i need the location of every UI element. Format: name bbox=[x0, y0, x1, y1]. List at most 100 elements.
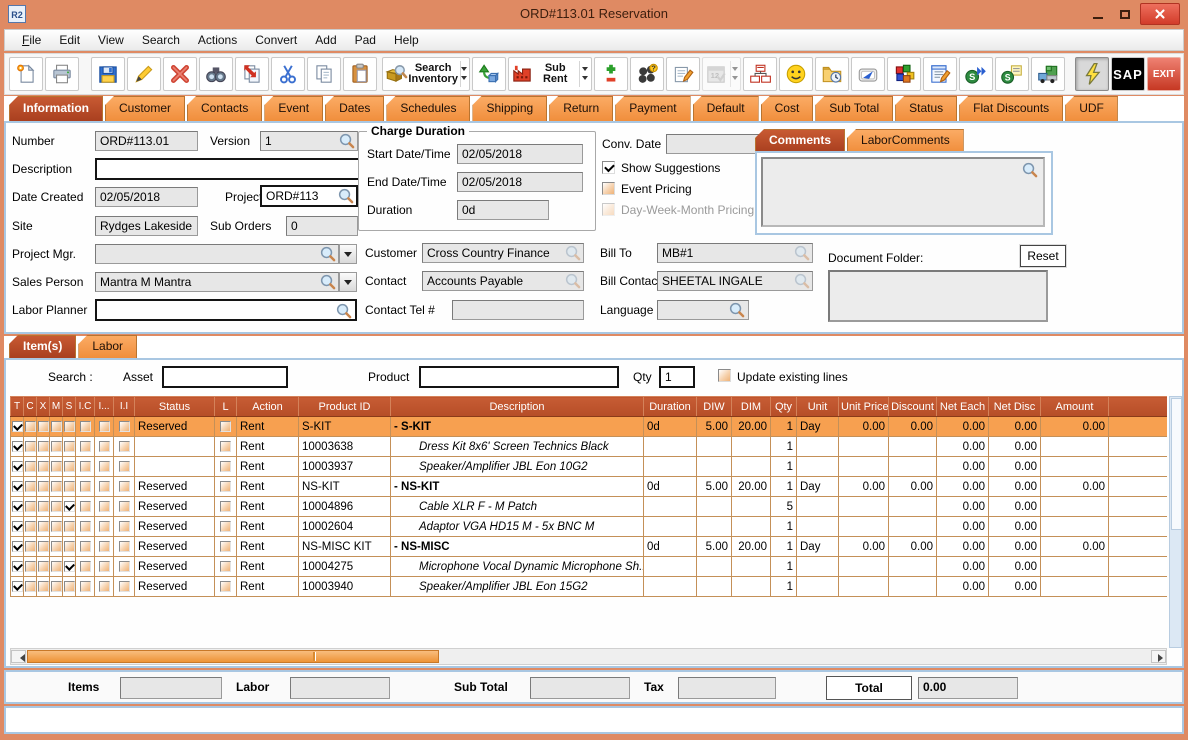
row-checkbox[interactable] bbox=[99, 581, 110, 592]
row-checkbox[interactable] bbox=[12, 581, 23, 592]
scroll-right-button[interactable] bbox=[1151, 650, 1166, 663]
vertical-scroll-thumb[interactable] bbox=[1171, 398, 1182, 530]
row-checkbox[interactable] bbox=[80, 541, 91, 552]
row-checkbox[interactable] bbox=[12, 561, 23, 572]
description-input[interactable] bbox=[95, 158, 361, 180]
add-remove-button[interactable] bbox=[594, 57, 628, 91]
column-header-c[interactable]: C bbox=[24, 397, 37, 417]
cell-action[interactable]: Rent bbox=[237, 417, 299, 437]
column-header-description[interactable]: Description bbox=[391, 397, 644, 417]
project-mgr-search-icon[interactable] bbox=[319, 245, 336, 262]
row-checkbox[interactable] bbox=[119, 481, 130, 492]
row-checkbox[interactable] bbox=[51, 561, 62, 572]
project-mgr-dropdown-button[interactable] bbox=[339, 244, 357, 264]
row-checkbox[interactable] bbox=[12, 521, 23, 532]
version-search-icon[interactable] bbox=[338, 132, 355, 149]
cell-action[interactable]: Rent bbox=[237, 477, 299, 497]
product-input[interactable] bbox=[419, 366, 619, 388]
l-checkbox[interactable] bbox=[220, 541, 231, 552]
print-button[interactable] bbox=[45, 57, 79, 91]
row-checkbox[interactable] bbox=[38, 541, 49, 552]
row-checkbox[interactable] bbox=[99, 541, 110, 552]
row-checkbox[interactable] bbox=[51, 521, 62, 532]
row-checkbox[interactable] bbox=[64, 441, 75, 452]
dropdown-arrows-icon[interactable] bbox=[579, 61, 590, 87]
line-row-3[interactable]: Rent10003937Speaker/Amplifier JBL Eon 10… bbox=[11, 457, 1168, 477]
sales-person-search-icon[interactable] bbox=[319, 273, 336, 290]
lightning-button[interactable] bbox=[1075, 57, 1109, 91]
column-header-s[interactable]: S bbox=[63, 397, 76, 417]
search-inventory-button[interactable]: Search Inventory bbox=[382, 57, 470, 91]
sales-person-field[interactable]: Mantra M Mantra bbox=[95, 272, 339, 292]
line-row-1[interactable]: ReservedRentS-KIT- S-KIT0d5.0020.001Day0… bbox=[11, 417, 1168, 437]
tab-dates[interactable]: Dates bbox=[325, 96, 384, 121]
row-checkbox[interactable] bbox=[12, 441, 23, 452]
menu-file[interactable]: File bbox=[13, 31, 50, 49]
dropdown-arrows-icon[interactable] bbox=[460, 61, 467, 87]
row-checkbox[interactable] bbox=[25, 541, 36, 552]
line-row-9[interactable]: ReservedRent10003940Speaker/Amplifier JB… bbox=[11, 577, 1168, 597]
tab-information[interactable]: Information bbox=[9, 96, 103, 121]
row-checkbox[interactable] bbox=[64, 581, 75, 592]
row-checkbox[interactable] bbox=[38, 501, 49, 512]
row-checkbox[interactable] bbox=[99, 481, 110, 492]
cell-action[interactable]: Rent bbox=[237, 437, 299, 457]
vertical-scrollbar[interactable] bbox=[1169, 396, 1182, 648]
cell-action[interactable]: Rent bbox=[237, 497, 299, 517]
row-checkbox[interactable] bbox=[80, 481, 91, 492]
notepad-button[interactable] bbox=[666, 57, 700, 91]
horizontal-scroll-thumb[interactable] bbox=[27, 650, 439, 663]
tab-event[interactable]: Event bbox=[264, 96, 323, 121]
row-checkbox[interactable] bbox=[12, 501, 23, 512]
sales-person-dropdown-button[interactable] bbox=[339, 272, 357, 292]
row-checkbox[interactable] bbox=[51, 581, 62, 592]
update-existing-lines-checkbox[interactable] bbox=[718, 369, 731, 382]
row-checkbox[interactable] bbox=[38, 461, 49, 472]
row-checkbox[interactable] bbox=[38, 481, 49, 492]
row-checkbox[interactable] bbox=[99, 441, 110, 452]
tab-cost[interactable]: Cost bbox=[761, 96, 814, 121]
document-folder-box[interactable] bbox=[828, 270, 1048, 322]
comments-tab-comments[interactable]: Comments bbox=[755, 129, 845, 152]
row-checkbox[interactable] bbox=[99, 421, 110, 432]
column-header-discount[interactable]: Discount bbox=[889, 397, 937, 417]
row-checkbox[interactable] bbox=[25, 461, 36, 472]
reset-button[interactable]: Reset bbox=[1020, 245, 1066, 267]
scroll-left-button[interactable] bbox=[11, 650, 26, 663]
labor-planner-field[interactable] bbox=[95, 299, 357, 321]
column-header-diw[interactable]: DIW bbox=[697, 397, 732, 417]
row-checkbox[interactable] bbox=[119, 421, 130, 432]
column-header-unit[interactable]: Unit bbox=[797, 397, 839, 417]
column-header-i-[interactable]: I... bbox=[95, 397, 114, 417]
close-button[interactable] bbox=[1140, 3, 1180, 25]
menu-search[interactable]: Search bbox=[133, 31, 189, 49]
cell-action[interactable]: Rent bbox=[237, 537, 299, 557]
tab-schedules[interactable]: Schedules bbox=[386, 96, 470, 121]
row-checkbox[interactable] bbox=[119, 561, 130, 572]
column-header-blank[interactable] bbox=[1109, 397, 1168, 417]
note-edit-button[interactable] bbox=[923, 57, 957, 91]
save-button[interactable] bbox=[91, 57, 125, 91]
menu-actions[interactable]: Actions bbox=[189, 31, 246, 49]
maximize-button[interactable] bbox=[1113, 4, 1137, 24]
bill-contact-search-icon[interactable] bbox=[793, 272, 810, 289]
bill-to-field[interactable]: MB#1 bbox=[657, 243, 813, 263]
labor-planner-search-icon[interactable] bbox=[335, 302, 352, 319]
copy-button[interactable] bbox=[307, 57, 341, 91]
row-checkbox[interactable] bbox=[51, 481, 62, 492]
tab-contacts[interactable]: Contacts bbox=[187, 96, 262, 121]
line-row-5[interactable]: ReservedRent10004896Cable XLR F - M Patc… bbox=[11, 497, 1168, 517]
s-forward-button[interactable]: S bbox=[959, 57, 993, 91]
l-checkbox[interactable] bbox=[220, 521, 231, 532]
column-header-dim[interactable]: DIM bbox=[732, 397, 771, 417]
org-chart-button[interactable] bbox=[743, 57, 777, 91]
row-checkbox[interactable] bbox=[25, 441, 36, 452]
row-checkbox[interactable] bbox=[25, 581, 36, 592]
bill-to-search-icon[interactable] bbox=[793, 244, 810, 261]
items-tab-labor[interactable]: Labor bbox=[78, 335, 137, 358]
sap-button[interactable]: SAP bbox=[1111, 57, 1145, 91]
row-checkbox[interactable] bbox=[51, 541, 62, 552]
row-checkbox[interactable] bbox=[64, 501, 75, 512]
row-checkbox[interactable] bbox=[51, 421, 62, 432]
line-row-7[interactable]: ReservedRentNS-MISC KIT- NS-MISC0d5.0020… bbox=[11, 537, 1168, 557]
